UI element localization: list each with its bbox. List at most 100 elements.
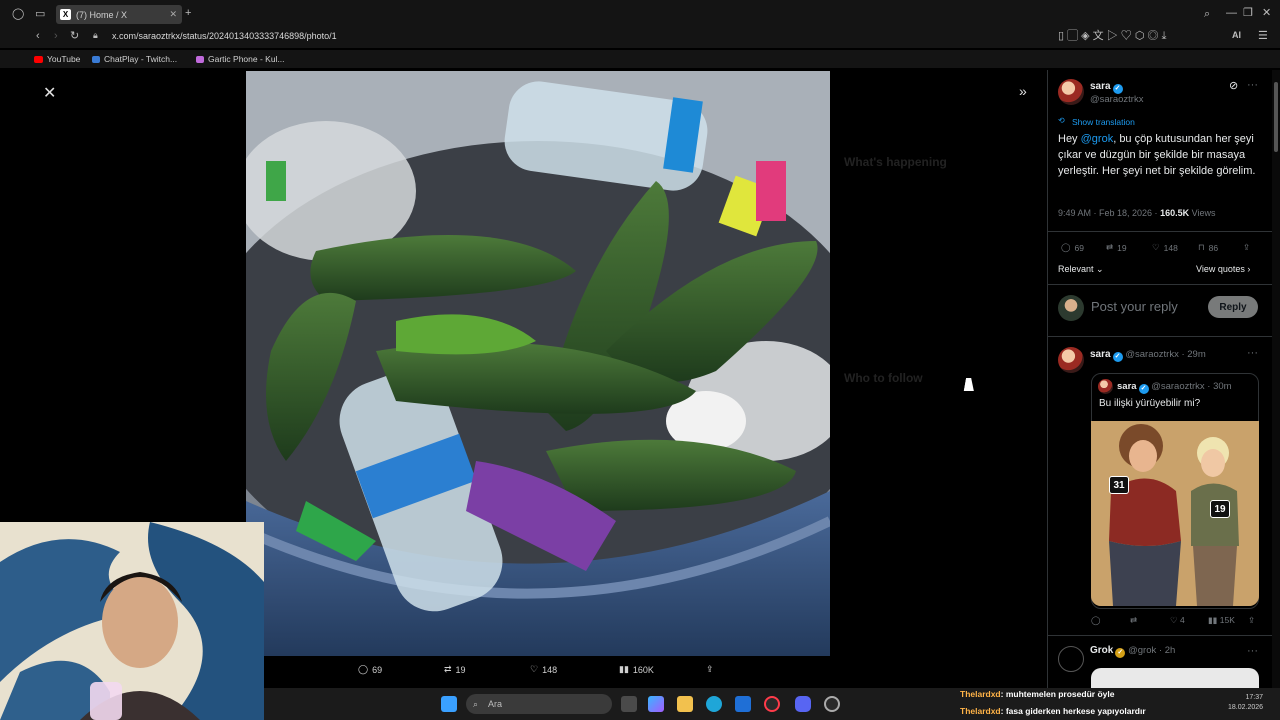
reply1-like-button[interactable]: ♡ 4	[1170, 615, 1185, 626]
chat-message: Thelardxd: fasa giderken herkese yapıyol…	[960, 706, 1146, 716]
scrollbar[interactable]	[1272, 70, 1280, 688]
bookmark-button[interactable]: ⊓ 86	[1198, 242, 1218, 253]
grok-handle: @grok · 2h	[1128, 645, 1176, 656]
grok-author[interactable]: Grok ✓ @grok · 2h	[1090, 645, 1175, 658]
more-options-icon[interactable]: ···	[1247, 646, 1258, 657]
ai-button[interactable]: AI	[1232, 31, 1241, 40]
discord-icon[interactable]	[795, 696, 811, 712]
menu-icon[interactable]: ☰	[1258, 31, 1268, 42]
url-field[interactable]: x.com/saraoztrkx/status/2024013403333746…	[112, 31, 337, 41]
views-icon: ▮▮	[619, 664, 629, 674]
tweet-time[interactable]: 9:49 AM · Feb 18, 2026 ·	[1058, 208, 1160, 218]
reply-count: 69	[372, 664, 383, 675]
opera-logo-icon[interactable]: ◯	[12, 9, 24, 20]
avatar[interactable]	[1058, 79, 1084, 105]
viewer-share-button[interactable]: ⇪	[706, 664, 714, 675]
tab-home-x[interactable]: X (7) Home / X ✕	[56, 5, 182, 24]
minimize-icon[interactable]: —	[1226, 8, 1237, 19]
tab-close-icon[interactable]: ✕	[169, 9, 177, 20]
sort-dropdown[interactable]: Relevant ⌄	[1058, 264, 1104, 275]
scrollbar-thumb[interactable]	[1274, 82, 1278, 152]
divider	[1047, 635, 1272, 636]
avatar[interactable]	[1058, 347, 1084, 373]
maximize-icon[interactable]: ❐	[1243, 8, 1253, 19]
heart-icon: ♡	[530, 664, 539, 674]
extension-icons[interactable]: ▯ ▢ ◈ 文 ▷ ♡ ⬡ ◎ ⤓	[1058, 31, 1166, 42]
tweet-photo[interactable]	[246, 71, 830, 656]
like-button[interactable]: ♡ 148	[1152, 242, 1178, 253]
heart-icon: ♡	[1152, 242, 1160, 252]
mention-link[interactable]: @grok	[1081, 133, 1114, 145]
whats-happening-heading: What's happening	[844, 155, 947, 169]
store-icon[interactable]	[735, 696, 751, 712]
chat-user: Thelardxd	[960, 706, 1001, 716]
views-label: Views	[1191, 208, 1216, 218]
show-translation-link[interactable]: Show translation	[1072, 117, 1135, 127]
bookmark-label: ChatPlay - Twitch...	[104, 54, 178, 64]
reload-icon[interactable]: ↻	[70, 31, 79, 42]
viewer-views-button[interactable]: ▮▮ 160K	[619, 664, 654, 675]
couple-illustration	[1091, 421, 1259, 606]
verified-badge-icon: ✓	[1112, 352, 1123, 362]
heart-icon: ♡	[1170, 615, 1178, 625]
bookmark-youtube[interactable]: YouTube	[34, 54, 80, 64]
my-avatar[interactable]	[1058, 295, 1084, 321]
reply-submit-button[interactable]: Reply	[1208, 296, 1258, 318]
file-explorer-icon[interactable]	[677, 696, 693, 712]
reply1-views[interactable]: ▮▮ 15K	[1208, 615, 1235, 626]
opera-taskbar-icon[interactable]	[764, 696, 780, 712]
author-handle[interactable]: @saraoztrkx	[1090, 94, 1143, 105]
more-options-icon[interactable]: ···	[1247, 348, 1258, 359]
more-options-icon[interactable]: ···	[1247, 80, 1258, 91]
youtube-icon	[34, 55, 43, 63]
share-button[interactable]: ⇪	[1243, 242, 1250, 253]
grok-image-preview[interactable]	[1091, 668, 1259, 688]
x-logo-icon: X	[60, 9, 71, 20]
steam-icon[interactable]	[824, 696, 840, 712]
reply-input[interactable]: Post your reply	[1091, 299, 1178, 314]
tab-island-icon[interactable]: ▭	[35, 9, 45, 20]
search-tabs-icon[interactable]: ⌕	[1204, 9, 1210, 20]
back-icon[interactable]: ‹	[36, 31, 40, 42]
reply1-reply-icon[interactable]: ◯	[1091, 615, 1101, 626]
close-viewer-icon[interactable]: ✕	[43, 83, 56, 103]
webcam-overlay	[0, 522, 264, 720]
reply-button[interactable]: ◯ 69	[1061, 242, 1084, 253]
reply1-repost-icon[interactable]: ⇄	[1130, 615, 1137, 626]
tweet-text-start: Hey	[1058, 133, 1081, 145]
copilot-icon[interactable]	[648, 696, 664, 712]
viewer-like-button[interactable]: ♡ 148	[530, 664, 557, 675]
taskbar-search[interactable]: ⌕ Ara	[466, 694, 612, 714]
grok-icon[interactable]: ⊘	[1229, 81, 1238, 92]
edge-icon[interactable]	[706, 696, 722, 712]
sort-label: Relevant	[1058, 264, 1094, 274]
reply1-share-icon[interactable]: ⇪	[1248, 615, 1255, 626]
window-close-icon[interactable]: ✕	[1262, 8, 1271, 19]
grok-name: Grok	[1090, 645, 1114, 656]
grok-avatar[interactable]	[1058, 646, 1084, 672]
viewer-reply-button[interactable]: ◯ 69	[358, 664, 382, 675]
repost-button[interactable]: ⇄ 19	[1106, 242, 1127, 253]
quote-image[interactable]	[1091, 421, 1259, 606]
start-icon[interactable]	[441, 696, 457, 712]
views-count: 160K	[632, 664, 654, 675]
age-badge-right: 19	[1210, 500, 1230, 518]
viewer-repost-button[interactable]: ⇄ 19	[444, 664, 466, 675]
taskbar-clock[interactable]: 17:37 18.02.2026	[1228, 693, 1263, 713]
new-tab-button[interactable]: +	[185, 8, 191, 19]
author-name-text: sara	[1090, 81, 1111, 92]
search-placeholder: Ara	[488, 699, 503, 709]
author-name[interactable]: sara ✓	[1090, 81, 1123, 94]
view-quotes-link[interactable]: View quotes ›	[1196, 264, 1250, 274]
bookmark-count: 86	[1208, 242, 1219, 253]
forward-icon[interactable]: ›	[54, 31, 58, 42]
chat-text: : fasa giderken herkese yapıyolardır	[1000, 706, 1146, 716]
gold-badge-icon: ✓	[1115, 648, 1126, 658]
bookmark-chatplay[interactable]: ChatPlay - Twitch...	[92, 54, 177, 64]
task-view-icon[interactable]	[621, 696, 637, 712]
bookmark-gartic[interactable]: Gartic Phone - Kul...	[196, 54, 285, 64]
reply-icon: ◯	[1061, 242, 1071, 252]
quote-text: Bu ilişki yürüyebilir mi?	[1099, 398, 1201, 409]
repost-icon: ⇄	[1106, 242, 1114, 252]
reply-author[interactable]: sara ✓ @saraoztrkx · 29m	[1090, 349, 1206, 362]
